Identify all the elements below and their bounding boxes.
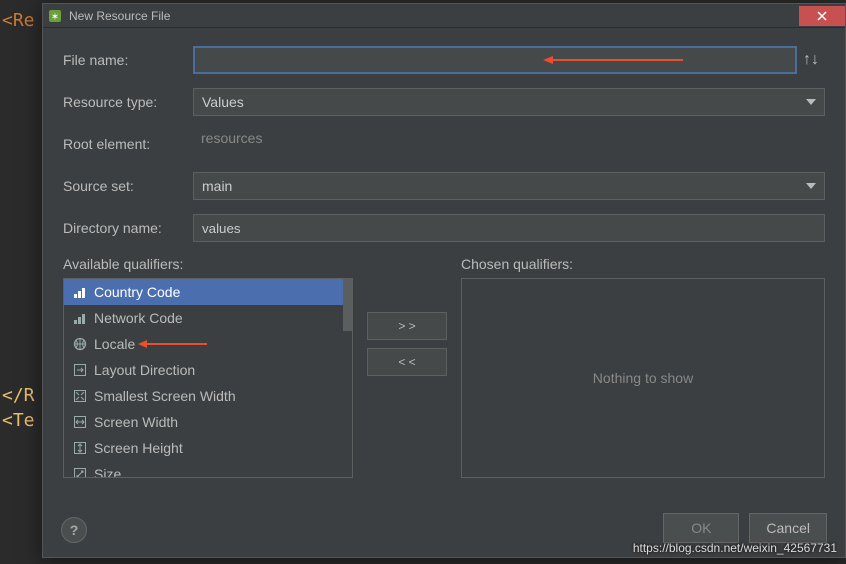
titlebar: ✶ New Resource File xyxy=(43,4,845,28)
available-qualifiers-list[interactable]: Country Code Network Code Locale Layout Dir… xyxy=(63,278,353,478)
svg-text:✶: ✶ xyxy=(51,12,59,23)
qualifier-item[interactable]: Screen Height xyxy=(64,435,352,461)
globe-icon xyxy=(72,336,88,352)
app-icon: ✶ xyxy=(47,8,63,24)
chevron-down-icon xyxy=(806,183,816,189)
directory-name-label: Directory name: xyxy=(63,220,193,236)
file-name-input[interactable] xyxy=(193,46,797,74)
chosen-qualifiers-list[interactable]: Nothing to show xyxy=(461,278,825,478)
qualifier-item[interactable]: Layout Direction xyxy=(64,357,352,383)
qualifier-item[interactable]: Network Code xyxy=(64,305,352,331)
root-element-value: resources xyxy=(193,130,825,158)
empty-text: Nothing to show xyxy=(593,370,693,386)
vheight-icon xyxy=(72,440,88,456)
qualifier-label: Network Code xyxy=(94,310,183,326)
source-set-select[interactable]: main xyxy=(193,172,825,200)
ok-button[interactable]: OK xyxy=(663,513,739,543)
dialog-title: New Resource File xyxy=(69,9,170,23)
qualifier-label: Layout Direction xyxy=(94,362,195,378)
qualifier-label: Smallest Screen Width xyxy=(94,388,236,404)
signal-icon xyxy=(72,310,88,326)
chosen-qualifiers-label: Chosen qualifiers: xyxy=(461,256,825,272)
background-editor: <Re</R<Te xyxy=(0,0,42,564)
qualifier-label: Locale xyxy=(94,336,135,352)
signal-icon xyxy=(72,284,88,300)
move-left-button[interactable]: < < xyxy=(367,348,447,376)
hwidth-icon xyxy=(72,414,88,430)
size-icon xyxy=(72,466,88,478)
sort-icon[interactable]: ↑↓ xyxy=(797,51,825,69)
directory-name-input[interactable] xyxy=(193,214,825,242)
root-element-label: Root element: xyxy=(63,136,193,152)
qualifier-item[interactable]: Smallest Screen Width xyxy=(64,383,352,409)
close-button[interactable] xyxy=(799,6,845,26)
qualifier-label: Screen Height xyxy=(94,440,183,456)
chevron-down-icon xyxy=(806,99,816,105)
source-set-value: main xyxy=(202,178,232,194)
cancel-button[interactable]: Cancel xyxy=(749,513,827,543)
watermark: https://blog.csdn.net/weixin_42567731 xyxy=(633,541,837,555)
file-name-label: File name: xyxy=(63,52,193,68)
help-button[interactable]: ? xyxy=(61,517,87,543)
resource-type-value: Values xyxy=(202,94,244,110)
qualifier-item[interactable]: Country Code xyxy=(64,279,352,305)
scrollbar-thumb[interactable] xyxy=(343,279,352,331)
qualifier-item[interactable]: Locale xyxy=(64,331,352,357)
expand-icon xyxy=(72,388,88,404)
available-qualifiers-label: Available qualifiers: xyxy=(63,256,353,272)
annotation-arrow xyxy=(141,343,344,345)
qualifier-item[interactable]: Size xyxy=(64,461,352,478)
resource-type-select[interactable]: Values xyxy=(193,88,825,116)
qualifier-label: Size xyxy=(94,466,121,478)
qualifier-label: Screen Width xyxy=(94,414,178,430)
qualifier-label: Country Code xyxy=(94,284,180,300)
qualifier-item[interactable]: Screen Width xyxy=(64,409,352,435)
resource-type-label: Resource type: xyxy=(63,94,193,110)
dir-icon xyxy=(72,362,88,378)
move-right-button[interactable]: > > xyxy=(367,312,447,340)
new-resource-file-dialog: ✶ New Resource File File name: ↑↓ Resour… xyxy=(42,3,846,558)
source-set-label: Source set: xyxy=(63,178,193,194)
